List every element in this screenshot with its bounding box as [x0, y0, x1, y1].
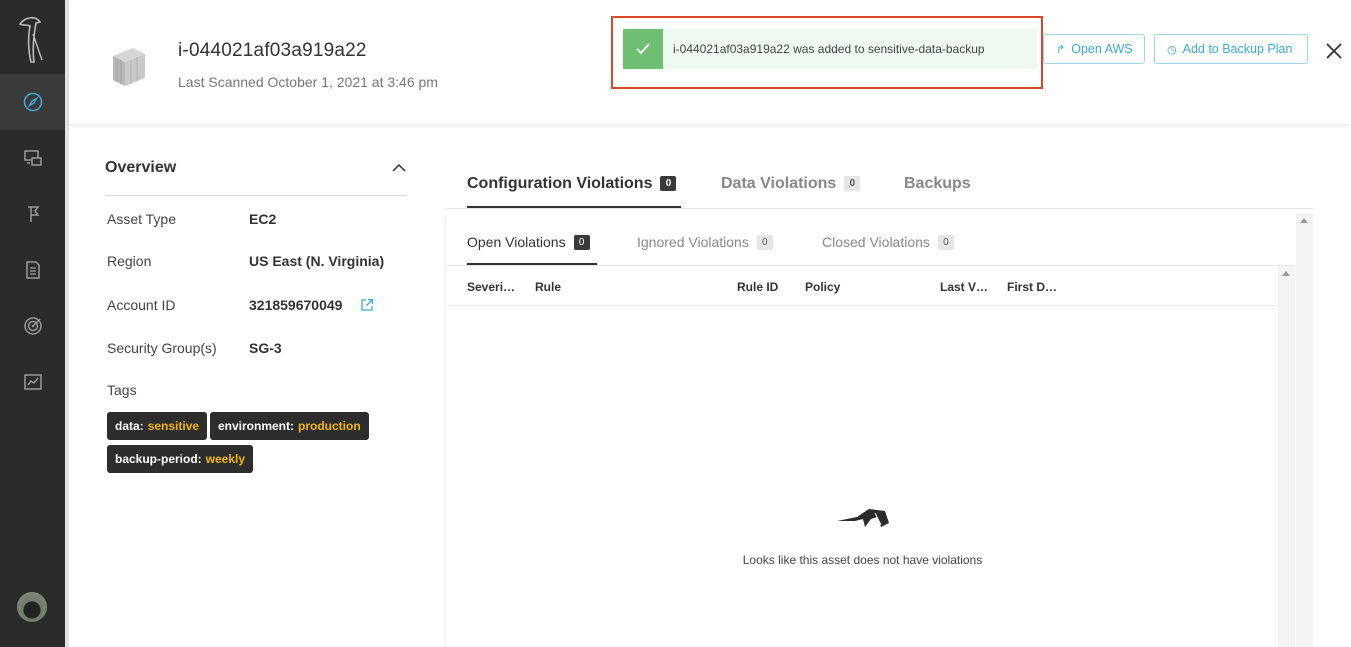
- overview-divider: [105, 195, 407, 196]
- asset-type-value: EC2: [249, 211, 277, 227]
- count-badge: 0: [756, 235, 773, 250]
- add-to-backup-plan-button[interactable]: ◷ Add to Backup Plan: [1154, 34, 1308, 64]
- subtab-label: Open Violations: [467, 234, 566, 250]
- panel-scrollbar[interactable]: [1296, 214, 1313, 647]
- sidebar-item-explore[interactable]: [0, 74, 65, 130]
- assets-icon: [23, 150, 42, 166]
- tag-chip: environment: production: [210, 412, 369, 440]
- tag-chip: backup-period: weekly: [107, 445, 254, 473]
- scroll-up-arrow-icon[interactable]: [1282, 271, 1290, 276]
- tab-configuration-violations[interactable]: Configuration Violations 0: [467, 175, 677, 193]
- open-aws-button[interactable]: ↱ Open AWS: [1043, 34, 1145, 64]
- table-header-divider: [447, 305, 1278, 306]
- column-header-policy[interactable]: Policy: [805, 280, 840, 294]
- open-external-icon: ↱: [1056, 43, 1066, 56]
- tag-key: environment:: [218, 419, 295, 433]
- page-title: i-044021af03a919a22: [178, 40, 367, 61]
- close-icon[interactable]: [1324, 41, 1344, 61]
- tab-data-violations[interactable]: Data Violations 0: [721, 175, 861, 193]
- tab-label: Configuration Violations: [467, 175, 653, 192]
- column-header-last-violated[interactable]: Last V…: [940, 280, 988, 294]
- account-id-label: Account ID: [107, 297, 176, 313]
- target-icon: [23, 317, 42, 335]
- tag-value: weekly: [205, 452, 246, 466]
- sidebar-item-assets[interactable]: [0, 130, 65, 186]
- external-link-icon[interactable]: [360, 298, 374, 312]
- overview-title: Overview: [105, 159, 177, 176]
- ec2-instance-icon: [113, 48, 145, 86]
- subtab-open-violations[interactable]: Open Violations 0: [467, 234, 590, 250]
- violations-table: [447, 266, 1278, 647]
- tag-value: sensitive: [147, 419, 200, 433]
- column-header-severity[interactable]: Severi…: [467, 280, 515, 294]
- logo-icon[interactable]: [16, 14, 48, 64]
- sidebar-item-analytics[interactable]: [0, 354, 65, 410]
- tag-key: backup-period:: [115, 452, 202, 466]
- sidebar-item-violations[interactable]: [0, 186, 65, 242]
- count-badge: 0: [660, 176, 677, 191]
- security-group-label: Security Group(s): [107, 340, 217, 356]
- tabs-divider: [446, 208, 1313, 209]
- region-label: Region: [107, 253, 152, 269]
- tag-value: production: [298, 419, 361, 433]
- toast-message: i-044021af03a919a22 was added to sensiti…: [673, 42, 985, 56]
- subtab-closed-violations[interactable]: Closed Violations 0: [822, 234, 954, 250]
- avatar[interactable]: [17, 592, 47, 622]
- chevron-up-icon[interactable]: [391, 160, 407, 176]
- sidebar-item-targets[interactable]: [0, 298, 65, 354]
- chart-icon: [23, 374, 42, 390]
- tab-label: Backups: [904, 175, 971, 192]
- flag-icon: [27, 206, 39, 222]
- open-aws-label: Open AWS: [1071, 42, 1133, 56]
- count-badge: 0: [573, 235, 590, 250]
- tag-chip: data: sensitive: [107, 412, 208, 440]
- security-group-value: SG-3: [249, 340, 282, 356]
- column-header-rule-id[interactable]: Rule ID: [737, 280, 778, 294]
- sidebar-item-reports[interactable]: [0, 242, 65, 298]
- sidebar: [0, 0, 65, 647]
- document-icon: [25, 261, 40, 279]
- check-icon: [623, 29, 663, 69]
- asset-type-label: Asset Type: [107, 211, 177, 227]
- tab-label: Data Violations: [721, 175, 837, 192]
- tab-backups[interactable]: Backups: [904, 175, 971, 193]
- bird-illustration-icon: [837, 509, 889, 527]
- column-header-first-detected[interactable]: First D…: [1007, 280, 1057, 294]
- tags-label: Tags: [107, 382, 137, 398]
- active-tab-indicator: [467, 206, 681, 208]
- backup-clock-icon: ◷: [1167, 43, 1177, 56]
- last-scanned-text: Last Scanned October 1, 2021 at 3:46 pm: [178, 74, 438, 90]
- success-toast: i-044021af03a919a22 was added to sensiti…: [623, 29, 1037, 69]
- account-id-value: 321859670049: [249, 297, 343, 313]
- table-scrollbar[interactable]: [1278, 266, 1295, 647]
- count-badge: 0: [937, 235, 954, 250]
- count-badge: 0: [844, 176, 861, 191]
- subtab-ignored-violations[interactable]: Ignored Violations 0: [637, 234, 773, 250]
- compass-icon: [23, 92, 42, 112]
- subtab-label: Ignored Violations: [637, 234, 749, 250]
- tag-key: data:: [115, 419, 144, 433]
- add-backup-label: Add to Backup Plan: [1182, 42, 1293, 56]
- empty-state-message: Looks like this asset does not have viol…: [742, 553, 983, 567]
- column-header-rule[interactable]: Rule: [535, 280, 561, 294]
- subtab-label: Closed Violations: [822, 234, 930, 250]
- scroll-up-arrow-icon[interactable]: [1300, 218, 1308, 223]
- region-value: US East (N. Virginia): [249, 253, 385, 269]
